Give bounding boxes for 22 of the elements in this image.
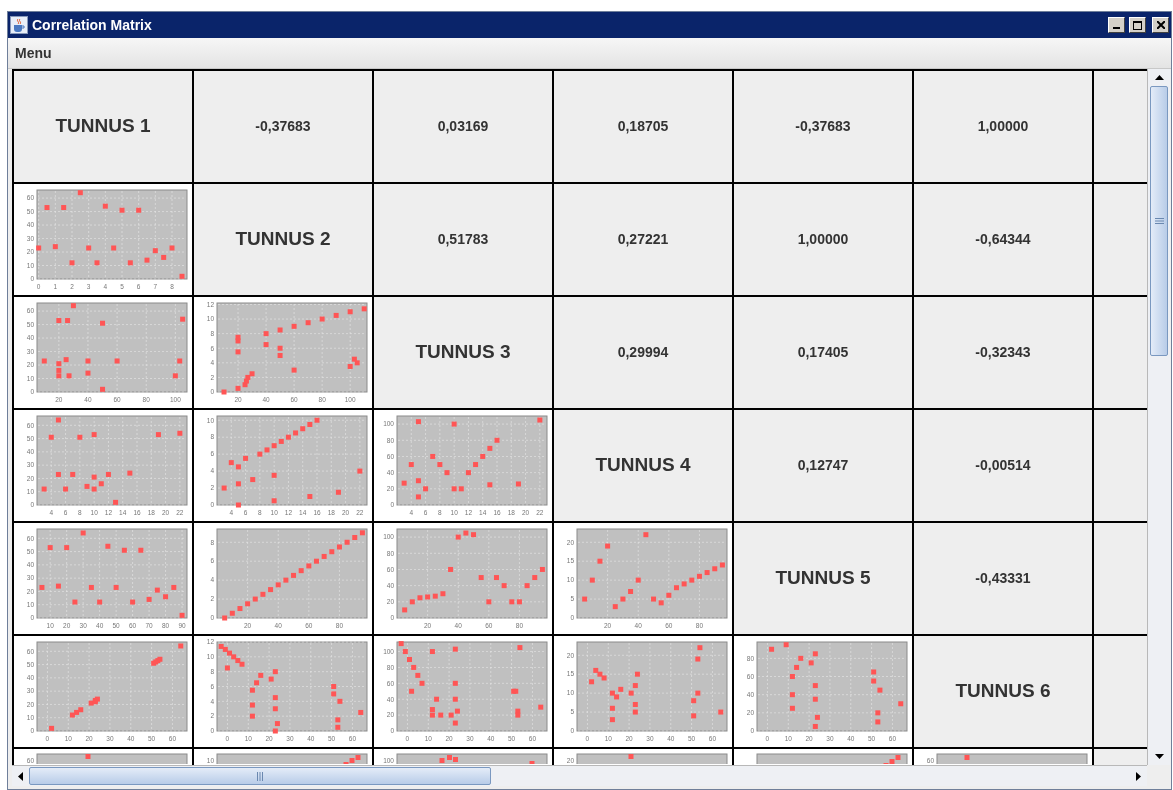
correlation-value: -0,43331 bbox=[975, 569, 1031, 588]
correlation-value: 0,51783 bbox=[437, 230, 489, 249]
variable-label: TUNNUS 6 bbox=[955, 679, 1051, 704]
variable-label: TUNNUS 2 bbox=[235, 227, 331, 252]
correlation-value: 0,17405 bbox=[797, 343, 849, 362]
correlation-value: 1,00000 bbox=[797, 230, 849, 249]
correlation-value: 0,18705 bbox=[617, 117, 669, 136]
variable-label: TUNNUS 1 bbox=[55, 114, 151, 139]
correlation-value: 0,27221 bbox=[617, 230, 669, 249]
correlation-value: 1,00000 bbox=[977, 117, 1029, 136]
correlation-value: 0,03169 bbox=[437, 117, 489, 136]
window-title: Correlation Matrix bbox=[32, 15, 152, 35]
correlation-value: 0,12747 bbox=[797, 456, 849, 475]
correlation-value: -0,32343 bbox=[975, 343, 1031, 362]
correlation-value: 0,29994 bbox=[617, 343, 669, 362]
correlation-value: -0,00514 bbox=[975, 456, 1031, 475]
variable-label: TUNNUS 5 bbox=[775, 566, 871, 591]
correlation-value: -0,37683 bbox=[795, 117, 851, 136]
correlation-value: -0,64344 bbox=[975, 230, 1031, 249]
variable-label: TUNNUS 4 bbox=[595, 453, 691, 478]
variable-label: TUNNUS 3 bbox=[415, 340, 511, 365]
correlation-value: -0,37683 bbox=[255, 117, 311, 136]
